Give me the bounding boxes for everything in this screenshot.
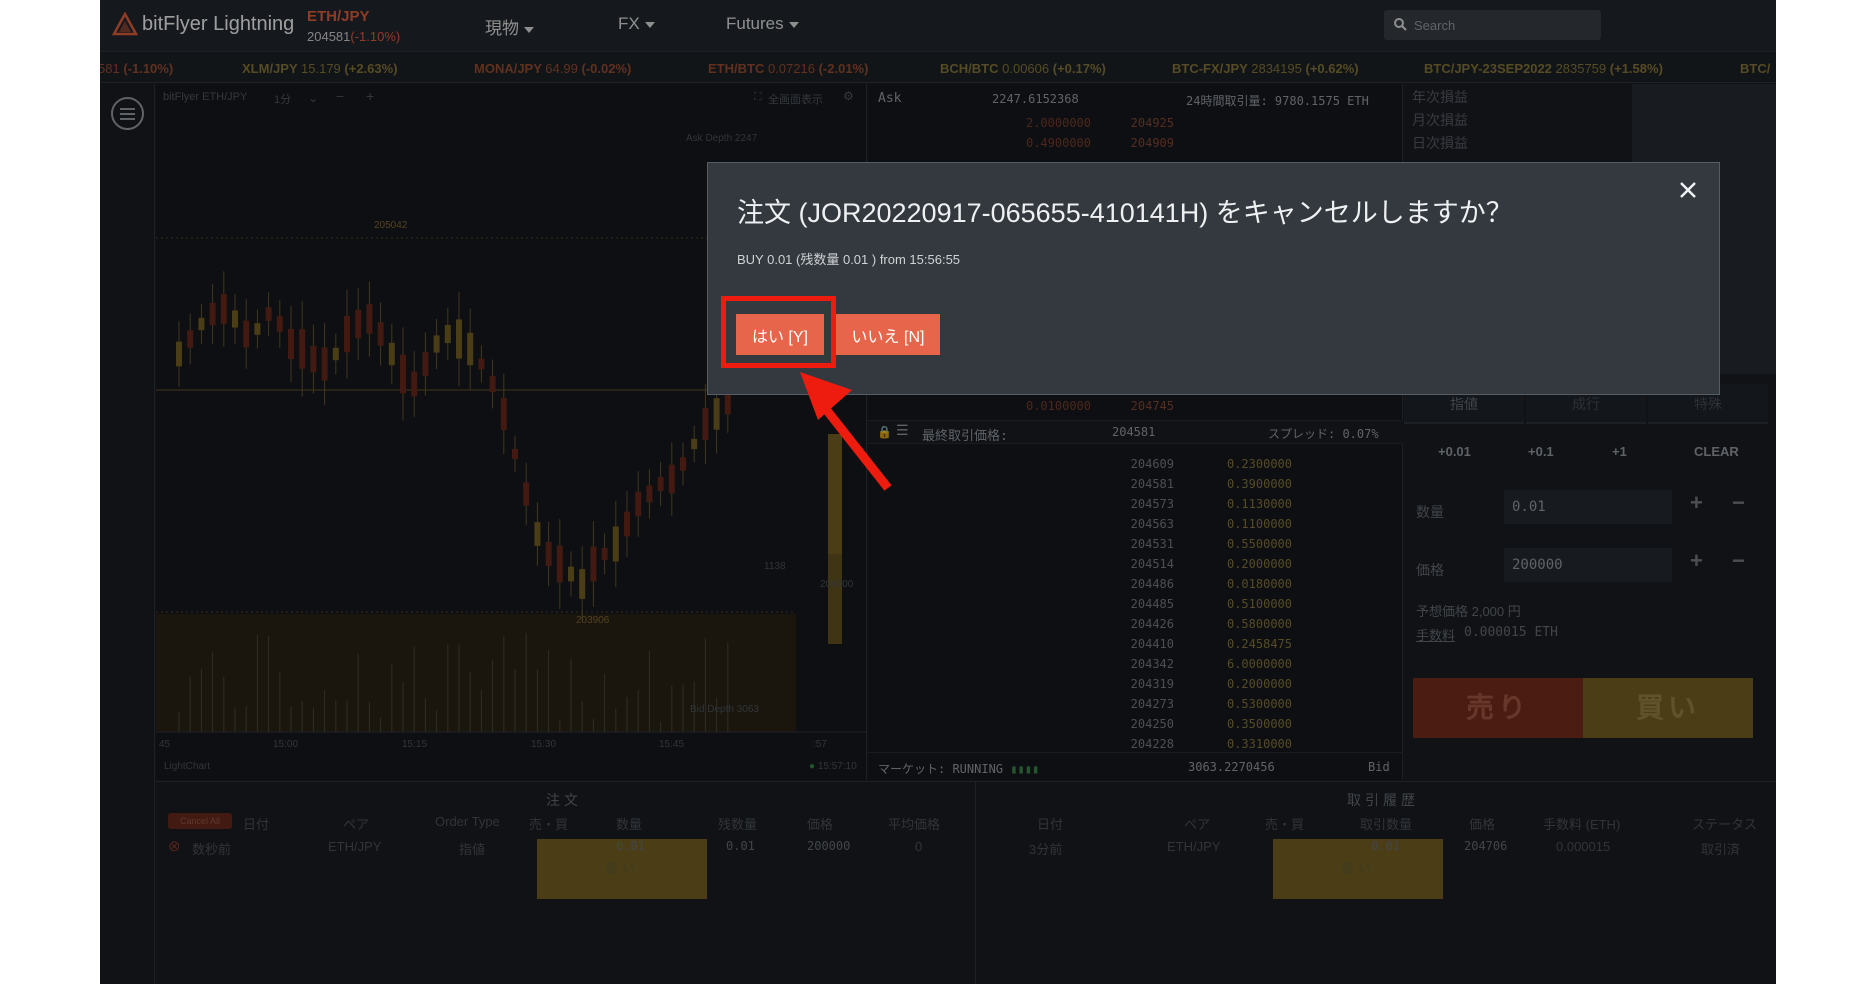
screenshot-frame: bitFlyer Lightning ETH/JPY 204581(-1.10%… xyxy=(0,0,1875,984)
cancel-order-dialog: 注文 (JOR20220917-065655-410141H) をキャンセルしま… xyxy=(707,162,1720,395)
dialog-subtitle: BUY 0.01 (残数量 0.01 ) from 15:56:55 xyxy=(737,252,961,267)
no-button[interactable]: いいえ [N] xyxy=(836,314,940,355)
close-icon[interactable] xyxy=(1673,175,1703,205)
trading-app: bitFlyer Lightning ETH/JPY 204581(-1.10%… xyxy=(100,0,1776,984)
dialog-title: 注文 (JOR20220917-065655-410141H) をキャンセルしま… xyxy=(737,198,1513,228)
highlight-box xyxy=(721,296,836,368)
modal-backdrop[interactable] xyxy=(100,0,1776,984)
